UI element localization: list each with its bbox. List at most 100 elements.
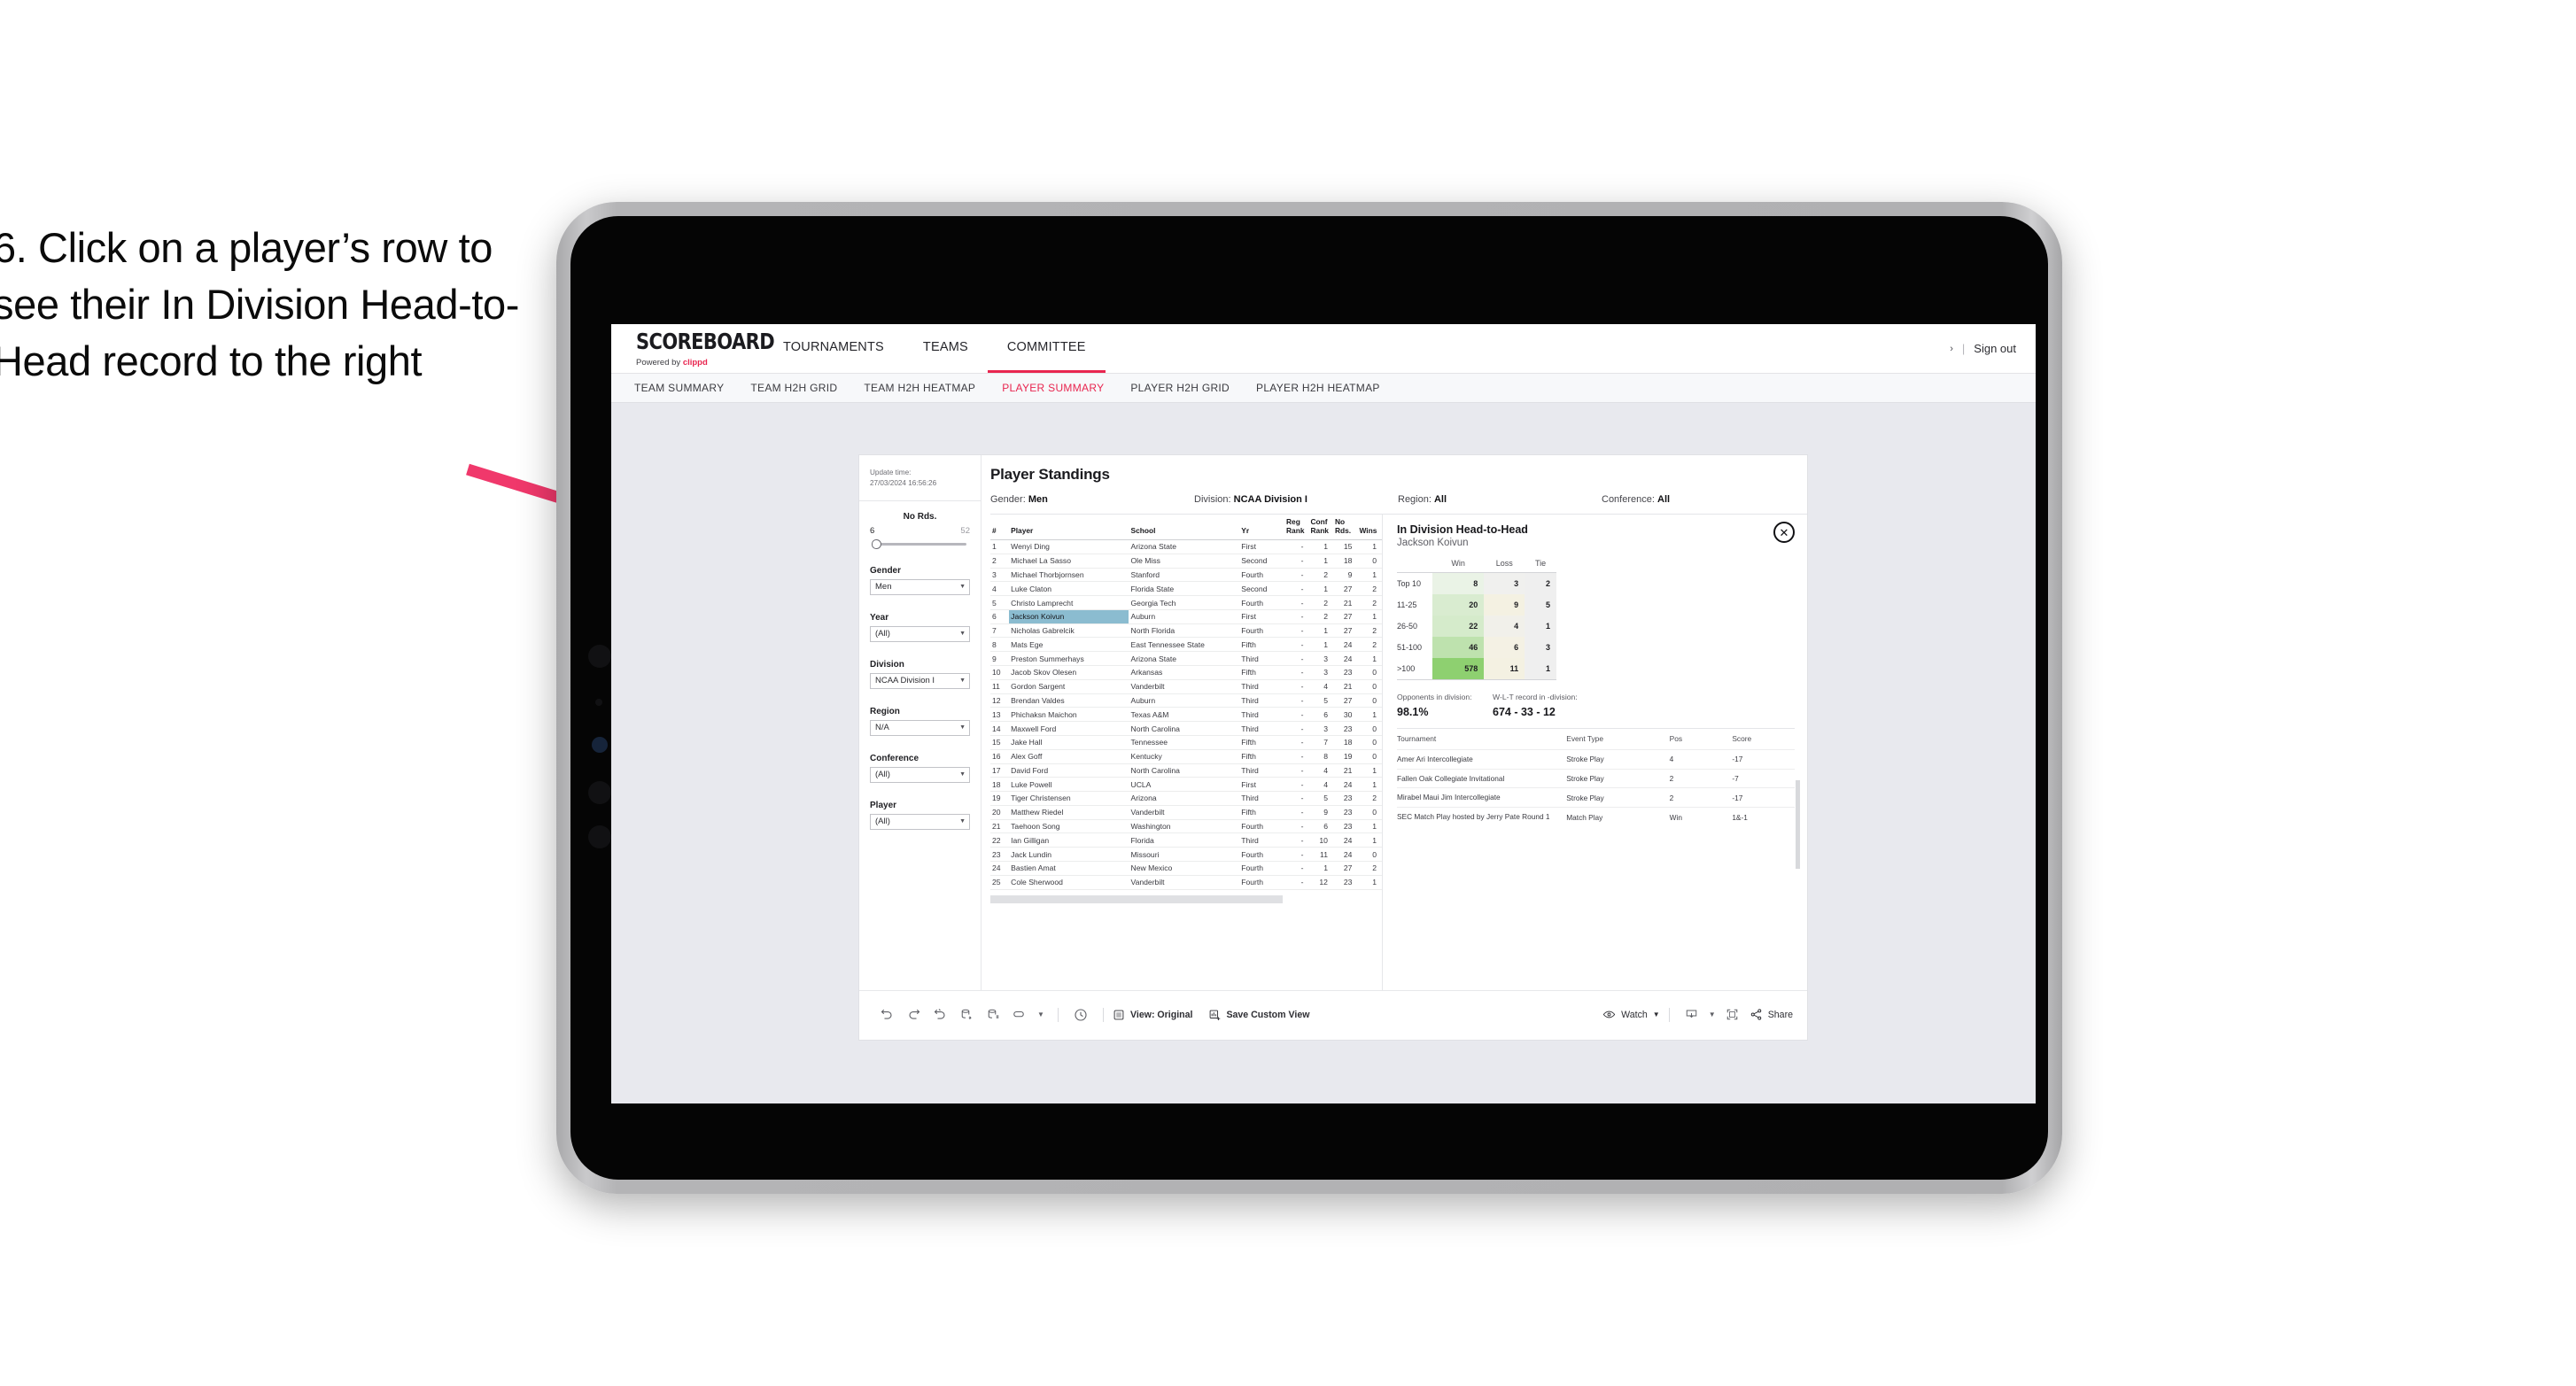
- cell-year: First: [1239, 777, 1284, 793]
- filter-gender-label: Gender: [870, 565, 902, 576]
- table-row[interactable]: 4 Luke Claton Florida State Second -1 27 2: [990, 581, 1382, 597]
- col-player[interactable]: Player: [1009, 515, 1129, 540]
- nav-item-committee[interactable]: COMMITTEE: [987, 324, 1106, 373]
- table-row[interactable]: 17 David Ford North Carolina Third -4 21 1: [990, 763, 1382, 778]
- filter-division-select[interactable]: NCAA Division I ▼: [870, 672, 970, 689]
- tournament-row[interactable]: Amer Ari Intercollegiate Stroke Play 4 -17: [1397, 748, 1795, 770]
- filter-year-select[interactable]: (All) ▼: [870, 625, 970, 642]
- tab-player-h2h-grid[interactable]: PLAYER H2H GRID: [1130, 382, 1230, 394]
- tab-player-h2h-heatmap[interactable]: PLAYER H2H HEATMAP: [1256, 382, 1380, 394]
- filter-conference-select[interactable]: (All) ▼: [870, 766, 970, 783]
- col-no-rds[interactable]: No Rds.: [1332, 515, 1358, 540]
- table-row[interactable]: 1 Wenyi Ding Arizona State First -1 15 1: [990, 539, 1382, 554]
- fullscreen-icon[interactable]: [1719, 1008, 1746, 1021]
- chevron-right-icon[interactable]: ›: [1950, 344, 1953, 354]
- cell-no-rds: 23: [1332, 805, 1358, 820]
- view-original-button[interactable]: View: Original: [1113, 1009, 1192, 1021]
- rounds-slider[interactable]: [870, 538, 970, 549]
- col-wins[interactable]: Wins: [1357, 515, 1382, 540]
- cell-wins: 1: [1357, 777, 1382, 793]
- table-row[interactable]: 23 Jack Lundin Missouri Fourth -11 24 0: [990, 847, 1382, 862]
- tab-team-h2h-heatmap[interactable]: TEAM H2H HEATMAP: [864, 382, 975, 394]
- table-row[interactable]: 24 Bastien Amat New Mexico Fourth -1 27 2: [990, 861, 1382, 876]
- cell-conf-rank: 8: [1308, 749, 1333, 764]
- filter-region-select[interactable]: N/A ▼: [870, 719, 970, 736]
- pill-icon[interactable]: [1006, 1008, 1033, 1021]
- cell-rank: 5: [990, 595, 1010, 610]
- table-row[interactable]: 7 Nicholas Gabrelcik North Florida Fourth -1…: [990, 623, 1382, 639]
- signout-button[interactable]: Sign out: [1974, 342, 2016, 355]
- app-logo[interactable]: SCOREBOARD Powered by clippd: [611, 324, 775, 373]
- horizontal-scrollbar[interactable]: [990, 894, 1283, 903]
- cell-player: Jake Hall: [1009, 735, 1129, 750]
- table-row[interactable]: 21 Taehoon Song Washington Fourth -6 23 1: [990, 819, 1382, 834]
- breadcrumb: Gender: Men Division: NCAA Division I Re…: [990, 494, 1807, 505]
- filter-division-value: NCAA Division I: [875, 676, 935, 686]
- save-custom-view-button[interactable]: Save Custom View: [1208, 1009, 1309, 1021]
- tournament-row[interactable]: Mirabel Maui Jim Intercollegiate Stroke P…: [1397, 787, 1795, 808]
- filter-gender-select[interactable]: Men ▼: [870, 578, 970, 595]
- refresh-icon[interactable]: [953, 1008, 980, 1021]
- table-row[interactable]: 22 Ian Gilligan Florida Third -10 24 1: [990, 832, 1382, 848]
- cell-tournament-name: Fallen Oak Collegiate Invitational: [1397, 768, 1567, 788]
- alert-icon[interactable]: [1067, 1008, 1094, 1022]
- cell-reg-rank: -: [1284, 623, 1309, 639]
- table-row[interactable]: 8 Mats Ege East Tennessee State Fifth -1 24 2: [990, 637, 1382, 653]
- table-row[interactable]: 20 Matthew Riedel Vanderbilt Fifth -9 23 0: [990, 805, 1382, 820]
- tab-team-summary[interactable]: TEAM SUMMARY: [634, 382, 724, 394]
- cell-school: East Tennessee State: [1129, 637, 1240, 653]
- table-row[interactable]: 15 Jake Hall Tennessee Fifth -7 18 0: [990, 735, 1382, 750]
- table-row[interactable]: 6 Jackson Koivun Auburn First -2 27 1: [990, 609, 1382, 624]
- chevron-down-icon[interactable]: ▼: [1705, 1010, 1719, 1018]
- tournament-row[interactable]: SEC Match Play hosted by Jerry Pate Roun…: [1397, 807, 1795, 827]
- tournament-scrollbar[interactable]: [1796, 780, 1800, 869]
- tournament-row[interactable]: Fallen Oak Collegiate Invitational Stroke…: [1397, 768, 1795, 788]
- slider-handle[interactable]: [872, 538, 881, 549]
- filter-player-select[interactable]: (All) ▼: [870, 813, 970, 830]
- close-icon[interactable]: ✕: [1773, 522, 1795, 543]
- table-row[interactable]: 16 Alex Goff Kentucky Fifth -8 19 0: [990, 749, 1382, 764]
- watch-button[interactable]: Watch ▼: [1602, 1008, 1660, 1021]
- col-reg-rank[interactable]: Reg Rank: [1284, 515, 1309, 540]
- col-school[interactable]: School: [1129, 515, 1240, 540]
- cell-wins: 0: [1357, 679, 1382, 694]
- col-year[interactable]: Yr: [1239, 515, 1284, 540]
- tab-player-summary[interactable]: PLAYER SUMMARY: [1002, 382, 1104, 394]
- table-row[interactable]: 2 Michael La Sasso Ole Miss Second -1 18 0: [990, 554, 1382, 569]
- chevron-down-icon[interactable]: ▼: [1033, 1010, 1049, 1018]
- download-icon[interactable]: [1679, 1008, 1705, 1021]
- table-row[interactable]: 10 Jacob Skov Olesen Arkansas Fifth -3 23 0: [990, 665, 1382, 680]
- table-row[interactable]: 14 Maxwell Ford North Carolina Third -3 23 0: [990, 721, 1382, 736]
- nav-item-teams[interactable]: TEAMS: [904, 324, 988, 373]
- cell-reg-rank: -: [1284, 595, 1309, 610]
- cell-no-rds: 24: [1332, 637, 1358, 653]
- table-row[interactable]: 9 Preston Summerhays Arizona State Third -3 2…: [990, 651, 1382, 667]
- pause-icon[interactable]: [980, 1008, 1006, 1021]
- undo-icon[interactable]: [873, 1008, 900, 1021]
- cell-wins: 1: [1357, 609, 1382, 624]
- table-row[interactable]: 25 Cole Sherwood Vanderbilt Fourth -12 23 1: [990, 875, 1382, 890]
- revert-icon[interactable]: [927, 1008, 953, 1021]
- tab-team-h2h-grid[interactable]: TEAM H2H GRID: [750, 382, 837, 394]
- table-row[interactable]: 3 Michael Thorbjornsen Stanford Fourth -2 9 1: [990, 568, 1382, 583]
- table-row[interactable]: 19 Tiger Christensen Arizona Third -5 23 2: [990, 791, 1382, 806]
- cell-player: Alex Goff: [1009, 749, 1129, 764]
- h2h-row: 11-25 20 9 5: [1397, 594, 1556, 616]
- table-row[interactable]: 5 Christo Lamprecht Georgia Tech Fourth -2 21…: [990, 595, 1382, 610]
- table-row[interactable]: 13 Phichaksn Maichon Texas A&M Third -6 30 1: [990, 707, 1382, 723]
- cell-school: Stanford: [1129, 568, 1240, 583]
- table-row[interactable]: 11 Gordon Sargent Vanderbilt Third -4 21 0: [990, 679, 1382, 694]
- cell-no-rds: 23: [1332, 791, 1358, 806]
- cell-no-rds: 18: [1332, 735, 1358, 750]
- table-row[interactable]: 12 Brendan Valdes Auburn Third -5 27 0: [990, 693, 1382, 708]
- share-button[interactable]: Share: [1750, 1008, 1793, 1021]
- table-row[interactable]: 18 Luke Powell UCLA First -4 24 1: [990, 777, 1382, 793]
- nav-item-tournaments[interactable]: TOURNAMENTS: [764, 324, 904, 373]
- cell-rank: 2: [990, 554, 1010, 569]
- col-conf-rank[interactable]: Conf Rank: [1308, 515, 1333, 540]
- cell-reg-rank: -: [1284, 707, 1309, 723]
- redo-icon[interactable]: [900, 1008, 927, 1021]
- secondary-nav: TEAM SUMMARY TEAM H2H GRID TEAM H2H HEAT…: [611, 374, 2036, 403]
- cell-reg-rank: -: [1284, 581, 1309, 597]
- col-rank[interactable]: #: [990, 515, 1010, 540]
